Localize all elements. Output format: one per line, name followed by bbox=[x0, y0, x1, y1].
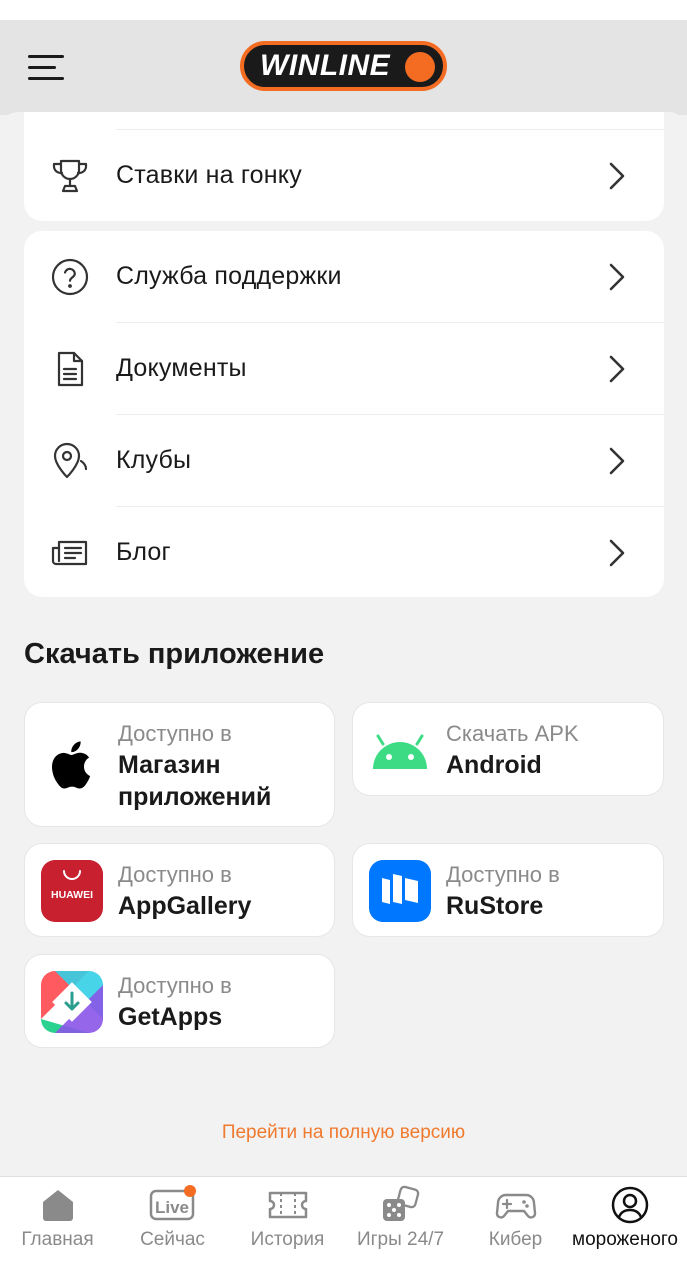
menu-item-support[interactable]: Служба поддержки bbox=[24, 231, 664, 322]
tab-label: мороженого bbox=[572, 1229, 678, 1250]
tab-label: Кибер bbox=[488, 1229, 543, 1250]
live-icon: Live bbox=[149, 1185, 196, 1221]
chevron-right-icon bbox=[609, 355, 625, 382]
dice-icon bbox=[382, 1185, 419, 1221]
appgallery-title: AppGallery bbox=[118, 892, 252, 920]
app-store-title-line2: приложений bbox=[118, 783, 272, 811]
menu-item-label: Ставки на гонку bbox=[116, 161, 302, 189]
ticket-icon bbox=[268, 1191, 307, 1219]
android-icon bbox=[373, 734, 427, 769]
tab-profile[interactable]: мороженого bbox=[572, 1177, 687, 1280]
winline-logo[interactable]: WINLINE bbox=[240, 41, 447, 91]
chevron-right-icon bbox=[609, 263, 625, 290]
rustore-button[interactable]: Доступно в RuStore bbox=[352, 843, 664, 937]
menu-line-icon bbox=[28, 77, 64, 80]
svg-text:Live: Live bbox=[154, 1198, 188, 1217]
svg-text:HUAWEI: HUAWEI bbox=[51, 889, 93, 901]
profile-icon bbox=[611, 1186, 648, 1224]
bottom-tab-bar: Главная Live Сейчас История Игры 24/7 Ки… bbox=[0, 1176, 687, 1280]
logo-dot-icon bbox=[405, 52, 435, 82]
home-icon bbox=[42, 1190, 73, 1221]
menu-item-label: Клубы bbox=[116, 446, 192, 474]
getapps-icon bbox=[41, 971, 103, 1033]
map-pin-icon bbox=[53, 442, 88, 478]
android-apk-button[interactable]: Скачать APK Android bbox=[352, 702, 664, 796]
menu-content: Ставки на гонку Служба поддержки Докумен… bbox=[0, 112, 687, 1176]
rustore-title: RuStore bbox=[446, 892, 544, 920]
huawei-icon: HUAWEI bbox=[41, 860, 103, 922]
getapps-title: GetApps bbox=[118, 1003, 223, 1031]
apple-icon bbox=[51, 741, 91, 789]
menu-line-icon bbox=[28, 55, 64, 58]
chevron-right-icon bbox=[609, 162, 625, 189]
menu-item-documents[interactable]: Документы bbox=[24, 323, 664, 414]
help-circle-icon bbox=[51, 258, 89, 295]
trophy-icon bbox=[52, 159, 88, 192]
tab-home[interactable]: Главная bbox=[0, 1177, 115, 1280]
chevron-right-icon bbox=[609, 539, 625, 566]
tab-label: Сейчас bbox=[140, 1229, 205, 1250]
tab-cyber[interactable]: Кибер bbox=[458, 1177, 573, 1280]
menu-item-label: Служба поддержки bbox=[116, 262, 342, 290]
app-store-subtitle: Доступно в bbox=[118, 721, 232, 746]
menu-item-label: Документы bbox=[116, 354, 247, 382]
menu-card-main: Служба поддержки Документы Клубы Блог bbox=[24, 231, 664, 597]
tab-label: Главная bbox=[21, 1229, 94, 1250]
app-store-title-line1: Магазин bbox=[118, 751, 221, 779]
rustore-subtitle: Доступно в bbox=[446, 862, 560, 887]
tab-games[interactable]: Игры 24/7 bbox=[343, 1177, 458, 1280]
logo-text: WINLINE bbox=[260, 49, 391, 82]
app-store-button[interactable]: Доступно в Магазин приложений bbox=[24, 702, 335, 827]
tab-live[interactable]: Live Сейчас bbox=[115, 1177, 230, 1280]
status-bar bbox=[0, 0, 687, 20]
menu-item-label: Блог bbox=[116, 538, 171, 566]
tab-label: Игры 24/7 bbox=[356, 1229, 445, 1250]
chevron-right-icon bbox=[609, 447, 625, 474]
document-icon bbox=[57, 351, 84, 386]
getapps-subtitle: Доступно в bbox=[118, 973, 232, 998]
android-title: Android bbox=[446, 751, 542, 779]
tab-label: История bbox=[250, 1229, 325, 1250]
newspaper-icon bbox=[51, 540, 88, 565]
menu-item-clubs[interactable]: Клубы bbox=[24, 415, 664, 506]
appgallery-button[interactable]: HUAWEI Доступно в AppGallery bbox=[24, 843, 335, 937]
menu-item-blog[interactable]: Блог bbox=[24, 507, 664, 598]
gamepad-icon bbox=[495, 1193, 536, 1219]
hamburger-menu-button[interactable] bbox=[28, 52, 64, 82]
menu-line-icon bbox=[28, 66, 56, 69]
rustore-icon bbox=[369, 860, 431, 922]
menu-card-top: Ставки на гонку bbox=[24, 112, 664, 221]
android-subtitle: Скачать APK bbox=[446, 721, 579, 746]
full-version-link[interactable]: Перейти на полную версию bbox=[0, 1122, 687, 1144]
tab-history[interactable]: История bbox=[230, 1177, 345, 1280]
download-section-title: Скачать приложение bbox=[24, 638, 325, 670]
appgallery-subtitle: Доступно в bbox=[118, 862, 232, 887]
getapps-button[interactable]: Доступно в GetApps bbox=[24, 954, 335, 1048]
menu-item-race-bets[interactable]: Ставки на гонку bbox=[24, 130, 664, 221]
app-header: WINLINE bbox=[0, 20, 687, 115]
